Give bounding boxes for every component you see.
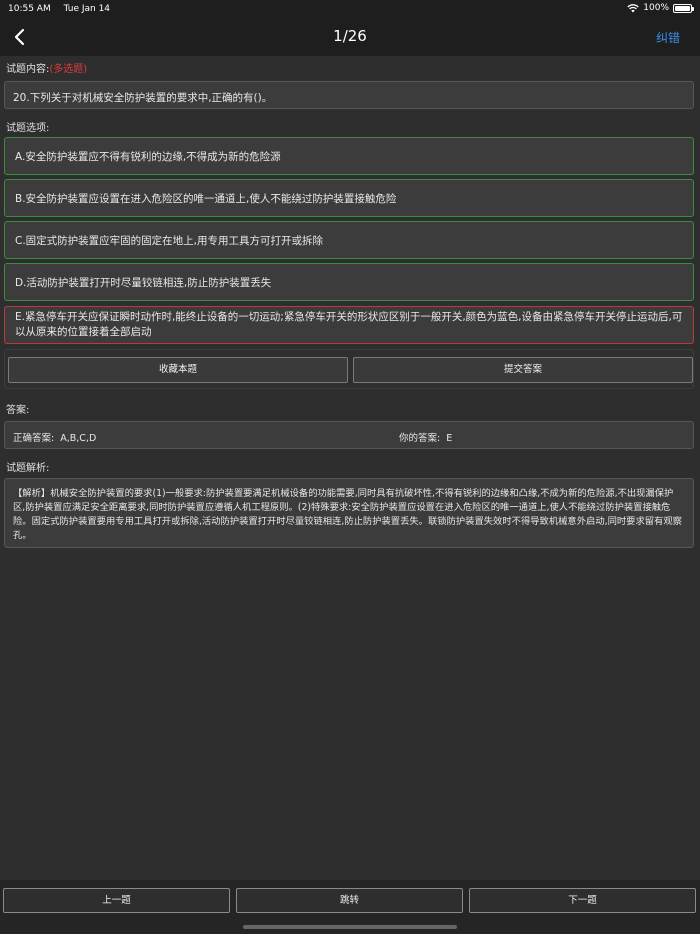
page-title: 1/26 xyxy=(333,27,367,45)
battery-icon xyxy=(673,3,694,13)
jump-button[interactable]: 跳转 xyxy=(236,888,463,913)
your-answer: 你的答案: E xyxy=(399,430,452,444)
question-text: 20.下列关于对机械安全防护装置的要求中,正确的有()。 xyxy=(4,81,694,109)
analysis-section-label: 试题解析: xyxy=(6,463,50,474)
analysis-text: 【解析】机械安全防护装置的要求(1)一般要求:防护装置要满足机械设备的功能需要,… xyxy=(4,478,694,548)
wifi-icon xyxy=(627,3,639,12)
option-text: E.紧急停车开关应保证瞬时动作时,能终止设备的一切运动;紧急停车开关的形状应区别… xyxy=(15,311,683,338)
answer-section-label: 答案: xyxy=(6,405,30,416)
action-panel: 收藏本题 提交答案 xyxy=(4,349,694,389)
option-text: C.固定式防护装置应牢固的固定在地上,用专用工具方可打开或拆除 xyxy=(15,234,324,247)
battery-percent: 100% xyxy=(643,3,669,13)
question-type-badge: (多选题) xyxy=(49,64,88,75)
options-section-label: 试题选项: xyxy=(6,123,50,134)
your-answer-label: 你的答案: xyxy=(399,433,441,444)
prev-question-button[interactable]: 上一题 xyxy=(3,888,230,913)
status-time: 10:55 AM xyxy=(8,4,51,14)
option-d[interactable]: D.活动防护装置打开时尽量铰链相连,防止防护装置丢失 xyxy=(4,263,694,301)
question-section-label: 试题内容:(多选题) xyxy=(6,60,87,75)
status-left: 10:55 AM Tue Jan 14 xyxy=(8,4,120,14)
next-question-button[interactable]: 下一题 xyxy=(469,888,696,913)
correct-answer: 正确答案: A,B,C,D xyxy=(13,430,96,444)
answer-panel: 正确答案: A,B,C,D 你的答案: E xyxy=(4,421,694,449)
option-e[interactable]: E.紧急停车开关应保证瞬时动作时,能终止设备的一切运动;紧急停车开关的形状应区别… xyxy=(4,306,694,344)
option-b[interactable]: B.安全防护装置应设置在进入危险区的唯一通道上,使人不能绕过防护装置接触危险 xyxy=(4,179,694,217)
option-text: D.活动防护装置打开时尽量铰链相连,防止防护装置丢失 xyxy=(15,276,272,289)
status-date: Tue Jan 14 xyxy=(63,4,111,14)
question-label: 试题内容: xyxy=(6,64,50,75)
option-a[interactable]: A.安全防护装置应不得有锐利的边缘,不得成为新的危险源 xyxy=(4,137,694,175)
report-error-button[interactable]: 纠错 xyxy=(656,29,680,46)
option-c[interactable]: C.固定式防护装置应牢固的固定在地上,用专用工具方可打开或拆除 xyxy=(4,221,694,259)
nav-bar: 1/26 纠错 xyxy=(0,18,700,56)
home-indicator xyxy=(243,925,457,929)
status-bar: 10:55 AM Tue Jan 14 100% xyxy=(0,0,700,18)
your-answer-value: E xyxy=(446,433,453,444)
correct-answer-value: A,B,C,D xyxy=(60,433,97,444)
status-right: 100% xyxy=(627,3,694,13)
option-text: A.安全防护装置应不得有锐利的边缘,不得成为新的危险源 xyxy=(15,150,281,163)
favorite-button[interactable]: 收藏本题 xyxy=(8,357,348,383)
correct-answer-label: 正确答案: xyxy=(13,433,55,444)
submit-answer-button[interactable]: 提交答案 xyxy=(353,357,693,383)
option-text: B.安全防护装置应设置在进入危险区的唯一通道上,使人不能绕过防护装置接触危险 xyxy=(15,192,397,205)
